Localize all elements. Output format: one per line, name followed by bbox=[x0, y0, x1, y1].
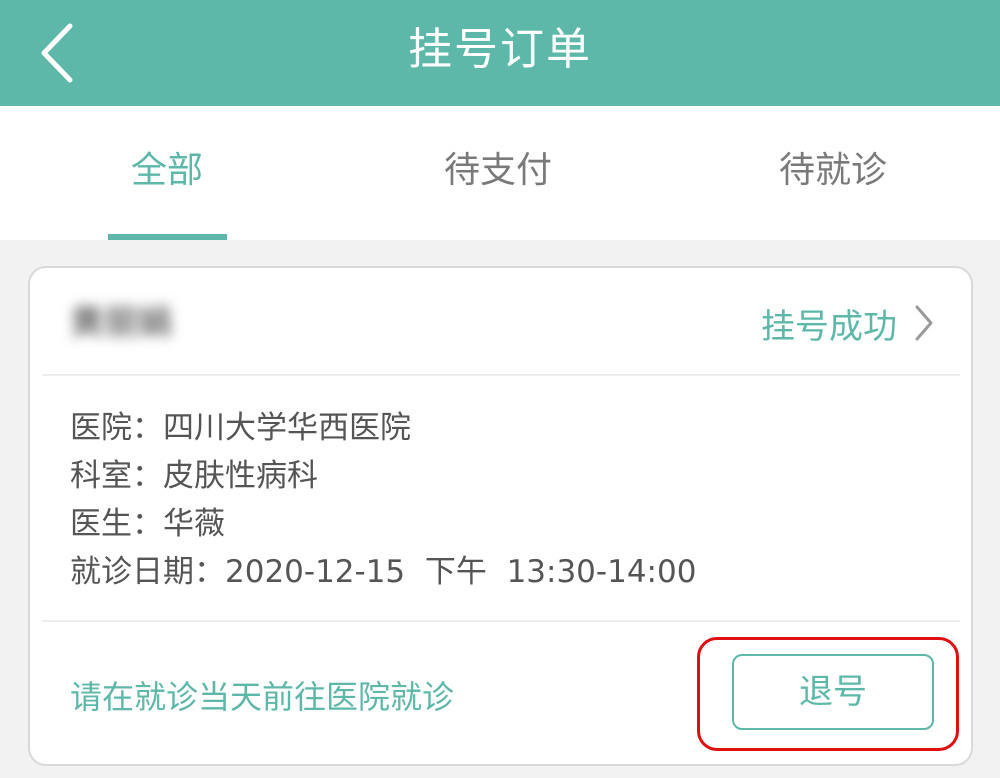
patient-name: 黄丽娟 bbox=[70, 303, 172, 343]
order-status-link[interactable]: 挂号成功 bbox=[761, 298, 937, 348]
detail-label: 医院： bbox=[70, 410, 163, 446]
detail-hospital: 医院：四川大学华西医院 bbox=[70, 404, 940, 452]
visit-notice: 请在就诊当天前往医院就诊 bbox=[70, 678, 455, 716]
tab-pending-payment[interactable]: 待支付 bbox=[378, 106, 618, 240]
detail-label: 科室： bbox=[70, 458, 163, 494]
divider bbox=[42, 374, 960, 376]
cancel-registration-button[interactable]: 退号 bbox=[732, 654, 934, 730]
detail-label: 医生： bbox=[70, 506, 163, 542]
divider bbox=[42, 620, 960, 622]
detail-visit-date: 就诊日期：2020-12-15 下午 13:30-14:00 bbox=[70, 548, 940, 596]
detail-label: 就诊日期： bbox=[70, 554, 225, 590]
active-tab-indicator bbox=[108, 234, 227, 240]
detail-value: 四川大学华西医院 bbox=[163, 410, 411, 446]
order-details: 医院：四川大学华西医院 科室：皮肤性病科 医生：华薇 就诊日期：2020-12-… bbox=[70, 404, 940, 596]
order-status: 挂号成功 bbox=[761, 306, 897, 347]
detail-value: 华薇 bbox=[163, 506, 225, 542]
detail-doctor: 医生：华薇 bbox=[70, 500, 940, 548]
nav-bar: 挂号订单 bbox=[0, 0, 1000, 106]
detail-value: 2020-12-15 下午 13:30-14:00 bbox=[225, 554, 697, 590]
page-title: 挂号订单 bbox=[408, 24, 592, 75]
chevron-right-icon bbox=[915, 305, 933, 341]
tab-pending-visit[interactable]: 待就诊 bbox=[713, 106, 953, 240]
tab-all[interactable]: 全部 bbox=[47, 106, 287, 240]
order-card: 黄丽娟 挂号成功 医院：四川大学华西医院 科室：皮肤性病科 医生：华薇 就诊日期… bbox=[28, 266, 973, 766]
detail-department: 科室：皮肤性病科 bbox=[70, 452, 940, 500]
detail-value: 皮肤性病科 bbox=[163, 458, 318, 494]
tab-bar: 全部 待支付 待就诊 bbox=[0, 106, 1000, 240]
